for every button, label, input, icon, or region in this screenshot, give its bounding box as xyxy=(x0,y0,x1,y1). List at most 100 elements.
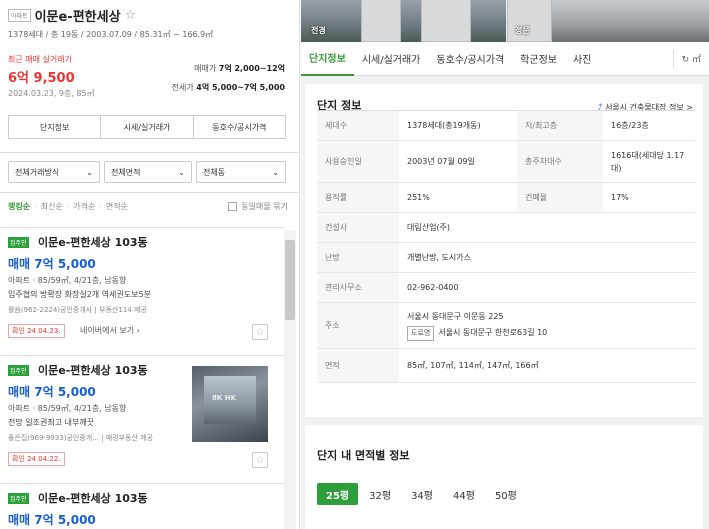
row-header: 건설사 xyxy=(317,213,399,242)
row-header: 건폐율 xyxy=(517,183,603,212)
road-address-tag: 도로명 xyxy=(407,326,435,341)
trade-type-dropdown[interactable]: 전체거래방식 ⌄ xyxy=(8,161,100,183)
listing-price: 매매 7억 5,000 xyxy=(8,385,96,399)
road-address: 서울시 동대문구 한천로63길 10 xyxy=(438,328,548,337)
row-value: 17% xyxy=(611,193,629,202)
complex-info-button[interactable]: 단지정보 xyxy=(9,116,102,138)
lot-address: 서울시 동대문구 이문동 225 xyxy=(407,312,504,321)
area-dropdown[interactable]: 전체면적 ⌄ xyxy=(104,161,192,183)
table-row: 난방 개별난방, 도시가스 xyxy=(317,243,695,273)
sort-area[interactable]: 면적순 xyxy=(106,201,128,212)
area-pill-34[interactable]: 34평 xyxy=(402,483,442,505)
listing-price: 매매 7억 5,000 xyxy=(8,513,96,527)
sort-ranking[interactable]: 랭킹순 xyxy=(8,201,30,212)
naver-link[interactable]: 네이버에서 보기 › xyxy=(80,325,140,336)
area-pill-44[interactable]: 44평 xyxy=(444,483,484,505)
confirm-date-badge: 확인 24.04.23. xyxy=(8,324,65,338)
tab-school[interactable]: 학군정보 xyxy=(512,42,565,76)
jeonse-price-row: 전세가 4억 5,000~7억 5,000 xyxy=(172,82,285,93)
tab-unit-price[interactable]: 동호수/공시가격 xyxy=(428,42,512,76)
chevron-down-icon: ⌄ xyxy=(178,167,185,177)
favorite-star-icon[interactable]: ☆ xyxy=(252,324,268,340)
complex-detail-panel: 전경 정문 단지정보 시세/실거래가 동호수/공시가격 학군정보 사진 ↻ ㎡ … xyxy=(301,0,709,529)
row-value: 개별난방, 도시가스 xyxy=(407,253,471,262)
sort-price[interactable]: 가격순 xyxy=(73,201,95,212)
listing-desc: 입주협의 방확장 화장실2개 역세권도보5분 xyxy=(8,290,151,299)
listing-name: 이문e-편한세상 103동 xyxy=(38,236,148,249)
listing-spec: 아파트 · 85/59㎡, 4/21층, 남동향 xyxy=(8,404,127,413)
listing-agent: 좋은집(969-9933)공인중개... | 매경부동산 제공 xyxy=(8,434,154,442)
table-row: 사용승인일 2003년 07월 09일 총주차대수 1616대(세대당 1.17… xyxy=(317,141,695,183)
table-row: 용적률 251% 건폐율 17% xyxy=(317,183,695,213)
trade-type-value: 전체거래방식 xyxy=(15,167,60,177)
table-row: 면적 85㎡, 107㎡, 114㎡, 147㎡, 166㎡ xyxy=(317,349,695,383)
recent-trade-price: 6억 9,500 xyxy=(8,71,75,86)
sort-latest[interactable]: 최신순 xyxy=(41,201,63,212)
building-shape xyxy=(361,0,401,42)
table-row: 주소 서울시 동대문구 이문동 225 도로명 서울시 동대문구 한천로63길 1… xyxy=(317,303,695,349)
listing-spec: 아파트 · 85/59㎡, 4/21층, 남동향 xyxy=(8,276,127,285)
chevron-down-icon: ⌄ xyxy=(86,167,93,177)
area-value: 전체면적 xyxy=(111,167,141,177)
area-info-title: 단지 내 면적별 정보 xyxy=(317,449,410,462)
unit-price-button[interactable]: 동호수/공시가격 xyxy=(194,116,285,138)
area-pill-25[interactable]: 25평 xyxy=(317,483,359,505)
tab-price[interactable]: 시세/실거래가 xyxy=(354,42,429,76)
checkbox-icon xyxy=(228,202,238,211)
row-value: 02-962-0400 xyxy=(407,283,459,292)
divider xyxy=(0,192,299,193)
group-same-listing-checkbox[interactable]: 동일매물 묶기 xyxy=(228,201,288,212)
photo-caption: 전경 xyxy=(311,26,326,35)
row-header: 세대수 xyxy=(317,111,399,140)
row-value: 16층/23층 xyxy=(611,121,649,130)
area-pills: 25평 32평 34평 44평 50평 xyxy=(317,483,526,505)
divider xyxy=(0,152,299,153)
table-row: 관리사무소 02-962-0400 xyxy=(317,273,695,303)
complex-title: 이문e-편한세상 xyxy=(34,10,121,25)
detail-tabs: 단지정보 시세/실거래가 동호수/공시가격 학군정보 사진 ↻ ㎡ xyxy=(301,42,709,76)
road-address-line: 도로명 서울시 동대문구 한천로63길 10 xyxy=(407,326,547,341)
listing-agent: 활음(962-2224)공인중개사 | 부동산114 제공 xyxy=(8,306,147,314)
table-row: 건설사 대림산업(주) xyxy=(317,213,695,243)
complex-buttons: 단지정보 시세/실거래가 동호수/공시가격 xyxy=(8,115,286,139)
group-same-listing-label: 동일매물 묶기 xyxy=(241,202,288,211)
recent-trade-label: 최근 매매 실거래가 xyxy=(8,55,72,64)
thumbnail-watermark: 8K HK xyxy=(212,394,237,402)
jeonse-price-value: 4억 5,000~7억 5,000 xyxy=(196,83,285,92)
list-item[interactable]: 집주인 이문e-편한세상 103동 매매 7억 5,000 아파트 · 85/5… xyxy=(0,355,284,483)
row-header: 면적 xyxy=(317,349,399,382)
favorite-star-icon[interactable]: ☆ xyxy=(252,452,268,468)
row-header: 저/최고층 xyxy=(517,111,603,140)
area-info-card: 단지 내 면적별 정보 25평 32평 34평 44평 50평 xyxy=(305,425,703,529)
table-row: 세대수 1378세대(총19개동) 저/최고층 16층/23층 xyxy=(317,111,695,141)
naver-link-label: 네이버에서 보기 xyxy=(80,326,135,335)
listing-desc: 전망 일조권최고 내부깨끗 xyxy=(8,418,95,427)
row-header: 사용승인일 xyxy=(317,141,399,182)
list-item[interactable]: 집주인 이문e-편한세상 103동 매매 7억 5,000 xyxy=(0,483,284,529)
tab-complex-info[interactable]: 단지정보 xyxy=(301,42,354,76)
complex-info-card: 단지 정보 ⤴ 서울시 건축물대장 정보 > 세대수 1378세대(총19개동)… xyxy=(305,84,703,417)
gate-photo[interactable]: 정문 xyxy=(507,0,709,42)
sale-price-value: 7억 2,000~12억 xyxy=(218,64,285,73)
area-pill-32[interactable]: 32평 xyxy=(360,483,400,505)
unit-toggle-icon[interactable]: ↻ ㎡ xyxy=(672,49,701,68)
tab-photos[interactable]: 사진 xyxy=(565,42,599,76)
chevron-right-icon: › xyxy=(136,326,140,335)
scrollbar-thumb[interactable] xyxy=(285,240,295,320)
address-cell: 서울시 동대문구 이문동 225 도로명 서울시 동대문구 한천로63길 10 xyxy=(399,310,547,341)
listing-name: 이문e-편한세상 103동 xyxy=(38,492,148,505)
list-item[interactable]: 집주인 이문e-편한세상 103동 매매 7억 5,000 아파트 · 85/5… xyxy=(0,227,284,355)
recent-trade-date: 2024.03.23, 9층, 85㎡ xyxy=(8,89,95,98)
area-pill-50[interactable]: 50평 xyxy=(486,483,526,505)
building-dropdown[interactable]: 전체동 ⌄ xyxy=(196,161,286,183)
row-header: 주소 xyxy=(317,303,399,348)
chevron-down-icon: ⌄ xyxy=(272,167,279,177)
jeonse-price-label: 전세가 xyxy=(171,83,194,92)
row-header: 용적률 xyxy=(317,183,399,212)
owner-badge: 집주인 xyxy=(8,237,29,248)
favorite-star-icon[interactable]: ☆ xyxy=(125,8,137,23)
listing-thumbnail[interactable]: 8K HK xyxy=(192,366,268,442)
building-value: 전체동 xyxy=(203,167,226,177)
price-history-button[interactable]: 시세/실거래가 xyxy=(101,116,194,138)
exterior-photo[interactable]: 전경 xyxy=(301,0,506,42)
